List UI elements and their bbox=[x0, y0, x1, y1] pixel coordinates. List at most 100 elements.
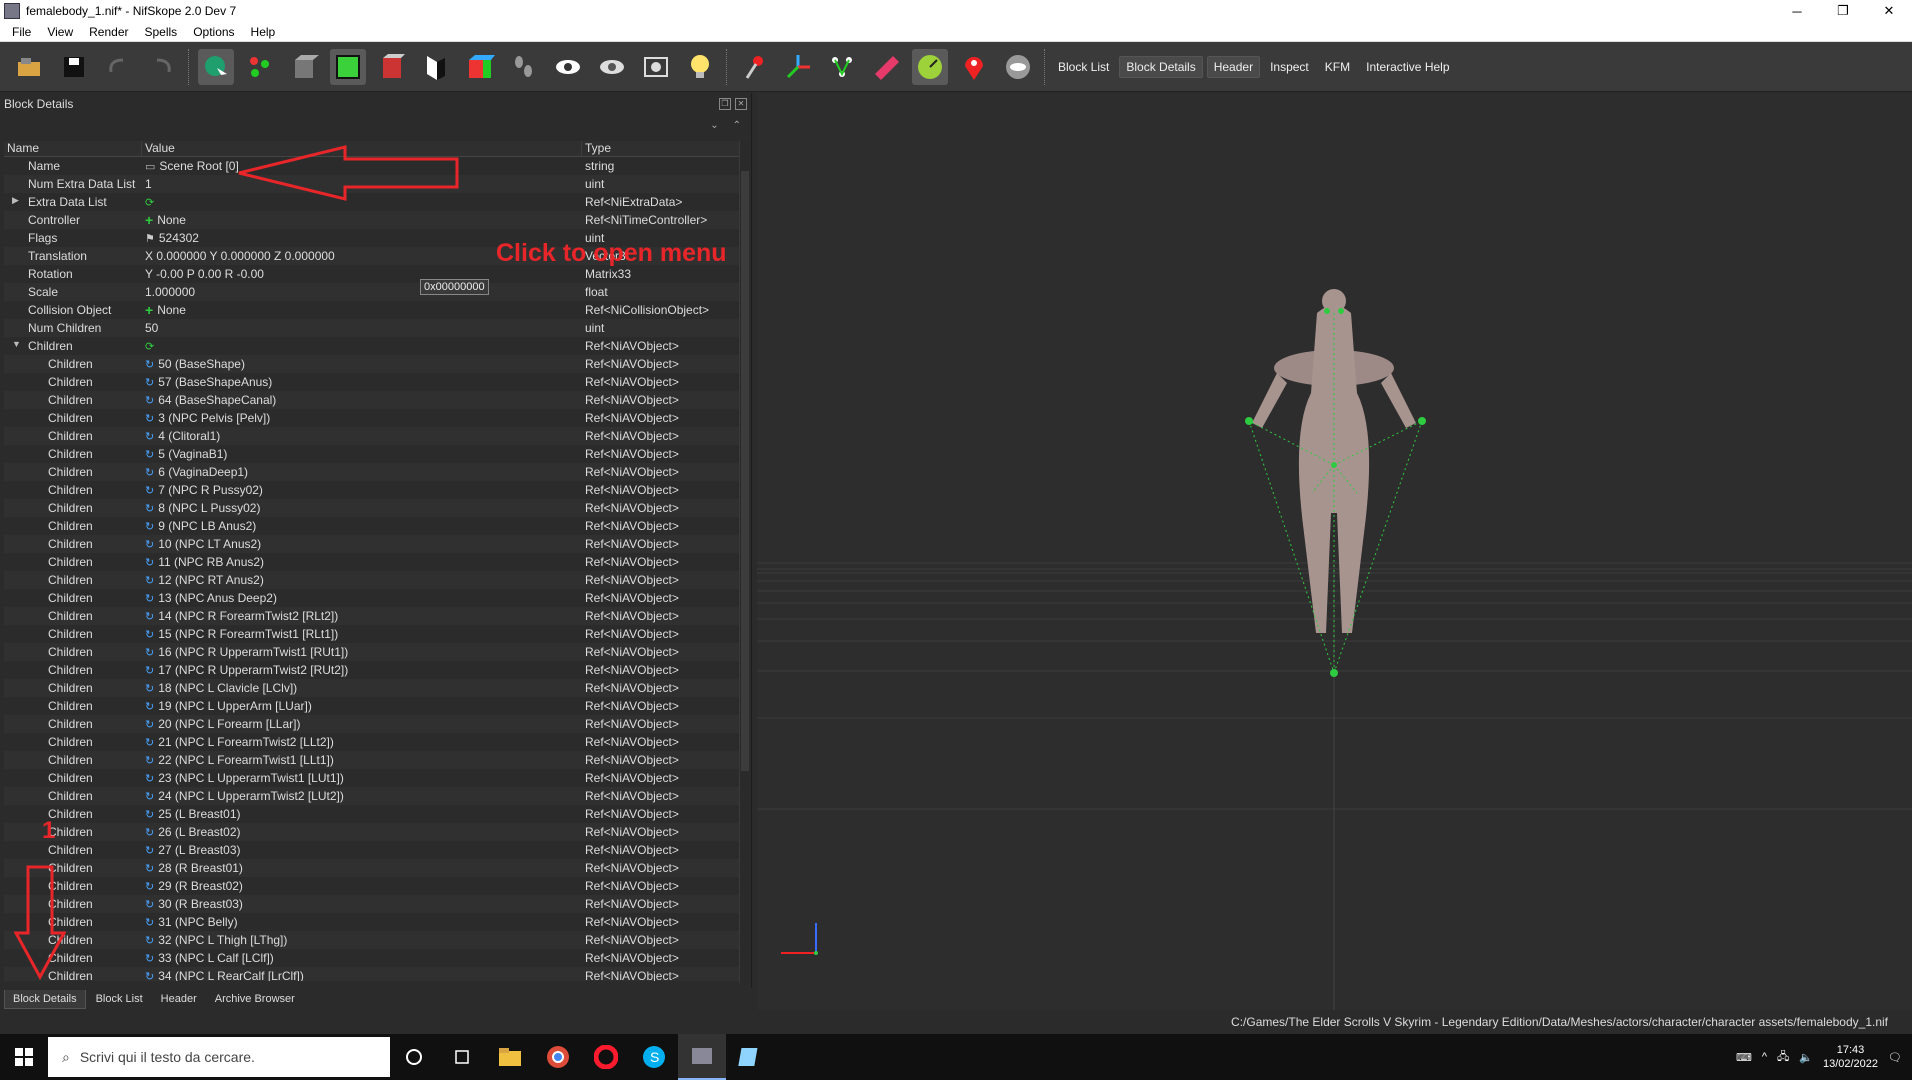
row-value[interactable]: ↻ 16 (NPC R UpperarmTwist1 [RUt1]) bbox=[142, 645, 582, 659]
load-icon[interactable] bbox=[12, 49, 48, 85]
taskbar-search-input[interactable]: ⌕ Scrivi qui il testo da cercare. bbox=[48, 1037, 390, 1077]
row-value[interactable]: + None bbox=[142, 213, 582, 227]
row-value[interactable]: ↻ 23 (NPC L UpperarmTwist1 [LUt1]) bbox=[142, 771, 582, 785]
redo-icon[interactable] bbox=[144, 49, 180, 85]
table-row[interactable]: Children ↻ 7 (NPC R Pussy02) Ref<NiAVObject… bbox=[4, 481, 746, 499]
toolbar-inspect[interactable]: Inspect bbox=[1264, 57, 1315, 77]
clock[interactable]: 17:43 13/02/2022 bbox=[1823, 1043, 1878, 1071]
row-value[interactable]: ↻ 64 (BaseShapeCanal) bbox=[142, 393, 582, 407]
row-value[interactable]: ↻ 12 (NPC RT Anus2) bbox=[142, 573, 582, 587]
tab-archive-browser[interactable]: Archive Browser bbox=[207, 990, 303, 1008]
table-row[interactable]: Children ↻ 18 (NPC L Clavicle [LClv]) Ref<N… bbox=[4, 679, 746, 697]
row-value[interactable]: ↻ 27 (L Breast03) bbox=[142, 843, 582, 857]
gradient-icon[interactable] bbox=[868, 49, 904, 85]
row-value[interactable]: ⟳ bbox=[142, 340, 582, 353]
menu-file[interactable]: File bbox=[4, 25, 39, 39]
row-value[interactable]: ↻ 6 (VaginaDeep1) bbox=[142, 465, 582, 479]
row-value[interactable]: ↻ 26 (L Breast02) bbox=[142, 825, 582, 839]
table-row[interactable]: Children ↻ 33 (NPC L Calf [LClf]) Ref<NiAVO… bbox=[4, 949, 746, 967]
table-row[interactable]: Children ↻ 28 (R Breast01) Ref<NiAVObject> bbox=[4, 859, 746, 877]
row-value[interactable]: ↻ 32 (NPC L Thigh [LThg]) bbox=[142, 933, 582, 947]
row-value[interactable]: ↻ 18 (NPC L Clavicle [LClv]) bbox=[142, 681, 582, 695]
table-row[interactable]: Children ↻ 23 (NPC L UpperarmTwist1 [LUt1]… bbox=[4, 769, 746, 787]
marker-icon[interactable] bbox=[956, 49, 992, 85]
restore-button[interactable]: ❐ bbox=[1820, 0, 1866, 22]
table-row[interactable]: Children ↻ 14 (NPC R ForearmTwist2 [RLt2])… bbox=[4, 607, 746, 625]
light-bulb-icon[interactable] bbox=[682, 49, 718, 85]
row-value[interactable]: ↻ 34 (NPC L RearCalf [LrClf]) bbox=[142, 969, 582, 981]
wedge-icon[interactable] bbox=[418, 49, 454, 85]
row-value[interactable]: ↻ 17 (NPC R UpperarmTwist2 [RUt2]) bbox=[142, 663, 582, 677]
toolbar-interactive-help[interactable]: Interactive Help bbox=[1360, 57, 1455, 77]
cube-red-icon[interactable] bbox=[374, 49, 410, 85]
chrome-icon[interactable] bbox=[534, 1034, 582, 1080]
table-row[interactable]: Children ↻ 31 (NPC Belly) Ref<NiAVObject> bbox=[4, 913, 746, 931]
menu-help[interactable]: Help bbox=[243, 25, 284, 39]
screenshot-icon[interactable] bbox=[638, 49, 674, 85]
skype-icon[interactable]: S bbox=[630, 1034, 678, 1080]
tab-block-list[interactable]: Block List bbox=[88, 990, 151, 1008]
tab-header[interactable]: Header bbox=[153, 990, 205, 1008]
task-view-icon[interactable] bbox=[438, 1034, 486, 1080]
table-row[interactable]: Children ↻ 16 (NPC R UpperarmTwist1 [RUt1]… bbox=[4, 643, 746, 661]
row-value[interactable]: ↻ 31 (NPC Belly) bbox=[142, 915, 582, 929]
table-row[interactable]: Collision Object + None Ref<NiCollisionObje… bbox=[4, 301, 746, 319]
table-row[interactable]: Children ↻ 11 (NPC RB Anus2) Ref<NiAVObject… bbox=[4, 553, 746, 571]
toolbar-block-details[interactable]: Block Details bbox=[1119, 55, 1203, 78]
row-value[interactable]: + None bbox=[142, 303, 582, 317]
table-row[interactable]: Children ↻ 10 (NPC LT Anus2) Ref<NiAVObject… bbox=[4, 535, 746, 553]
close-panel-icon[interactable]: ✕ bbox=[735, 98, 747, 110]
float-icon[interactable]: ❐ bbox=[719, 98, 731, 110]
row-value[interactable]: ↻ 8 (NPC L Pussy02) bbox=[142, 501, 582, 515]
row-value[interactable]: ↻ 30 (R Breast03) bbox=[142, 897, 582, 911]
row-value[interactable]: ↻ 5 (VaginaB1) bbox=[142, 447, 582, 461]
row-value[interactable]: ↻ 24 (NPC L UpperarmTwist2 [LUt2]) bbox=[142, 789, 582, 803]
pin-icon[interactable] bbox=[736, 49, 772, 85]
table-row[interactable]: Children ↻ 32 (NPC L Thigh [LThg]) Ref<NiAV… bbox=[4, 931, 746, 949]
table-row[interactable]: Children ↻ 5 (VaginaB1) Ref<NiAVObject> bbox=[4, 445, 746, 463]
table-row[interactable]: Children ↻ 6 (VaginaDeep1) Ref<NiAVObject> bbox=[4, 463, 746, 481]
volume-icon[interactable]: 🔈 bbox=[1799, 1051, 1813, 1064]
row-value[interactable]: ↻ 28 (R Breast01) bbox=[142, 861, 582, 875]
table-row[interactable]: Children ↻ 3 (NPC Pelvis [Pelv]) Ref<NiAVOb… bbox=[4, 409, 746, 427]
table-row[interactable]: Children ↻ 30 (R Breast03) Ref<NiAVObject> bbox=[4, 895, 746, 913]
tab-block-details[interactable]: Block Details bbox=[4, 989, 86, 1009]
row-value[interactable]: ↻ 7 (NPC R Pussy02) bbox=[142, 483, 582, 497]
row-value[interactable]: ↻ 4 (Clitoral1) bbox=[142, 429, 582, 443]
row-value[interactable]: ↻ 3 (NPC Pelvis [Pelv]) bbox=[142, 411, 582, 425]
toolbar-block-list[interactable]: Block List bbox=[1052, 57, 1115, 77]
scroll-thumb[interactable] bbox=[741, 171, 749, 771]
opera-icon[interactable] bbox=[582, 1034, 630, 1080]
row-value[interactable]: ↻ 19 (NPC L UpperArm [LUar]) bbox=[142, 699, 582, 713]
network-icon[interactable]: 🖧 bbox=[1777, 1048, 1789, 1067]
toolbar-kfm[interactable]: KFM bbox=[1319, 57, 1356, 77]
gauge-icon[interactable] bbox=[912, 48, 948, 85]
table-row[interactable]: Children ↻ 27 (L Breast03) Ref<NiAVObject> bbox=[4, 841, 746, 859]
table-row[interactable]: Children ↻ 13 (NPC Anus Deep2) Ref<NiAVObje… bbox=[4, 589, 746, 607]
table-row[interactable]: Children ↻ 17 (NPC R UpperarmTwist2 [RUt2]… bbox=[4, 661, 746, 679]
table-row[interactable]: Children ↻ 24 (NPC L UpperarmTwist2 [LUt2]… bbox=[4, 787, 746, 805]
row-value[interactable]: ↻ 25 (L Breast01) bbox=[142, 807, 582, 821]
row-value[interactable]: Y -0.00 P 0.00 R -0.00 bbox=[142, 267, 582, 281]
select-object-icon[interactable] bbox=[198, 48, 234, 85]
render-viewport[interactable] bbox=[757, 93, 1912, 1010]
table-row[interactable]: Children ↻ 12 (NPC RT Anus2) Ref<NiAVObject… bbox=[4, 571, 746, 589]
footprints-icon[interactable] bbox=[506, 49, 542, 85]
menu-render[interactable]: Render bbox=[81, 25, 136, 39]
table-row[interactable]: Num Children 50 uint bbox=[4, 319, 746, 337]
column-name[interactable]: Name bbox=[4, 141, 142, 156]
table-row[interactable]: ▼ Children ⟳ Ref<NiAVObject> bbox=[4, 337, 746, 355]
row-value[interactable]: ↻ 13 (NPC Anus Deep2) bbox=[142, 591, 582, 605]
row-value[interactable]: ↻ 20 (NPC L Forearm [LLar]) bbox=[142, 717, 582, 731]
file-explorer-icon[interactable] bbox=[486, 1034, 534, 1080]
row-value[interactable]: ↻ 15 (NPC R ForearmTwist1 [RLt1]) bbox=[142, 627, 582, 641]
vertical-scrollbar[interactable] bbox=[739, 141, 749, 983]
table-row[interactable]: Children ↻ 26 (L Breast02) Ref<NiAVObject> bbox=[4, 823, 746, 841]
cube-green-icon[interactable] bbox=[330, 48, 366, 85]
table-row[interactable]: Controller + None Ref<NiTimeController> bbox=[4, 211, 746, 229]
table-row[interactable]: Children ↻ 50 (BaseShape) Ref<NiAVObject> bbox=[4, 355, 746, 373]
cortana-icon[interactable] bbox=[390, 1034, 438, 1080]
toolbar-header[interactable]: Header bbox=[1206, 55, 1261, 78]
table-row[interactable]: Scale 1.000000 float bbox=[4, 283, 746, 301]
row-value[interactable]: ↻ 10 (NPC LT Anus2) bbox=[142, 537, 582, 551]
